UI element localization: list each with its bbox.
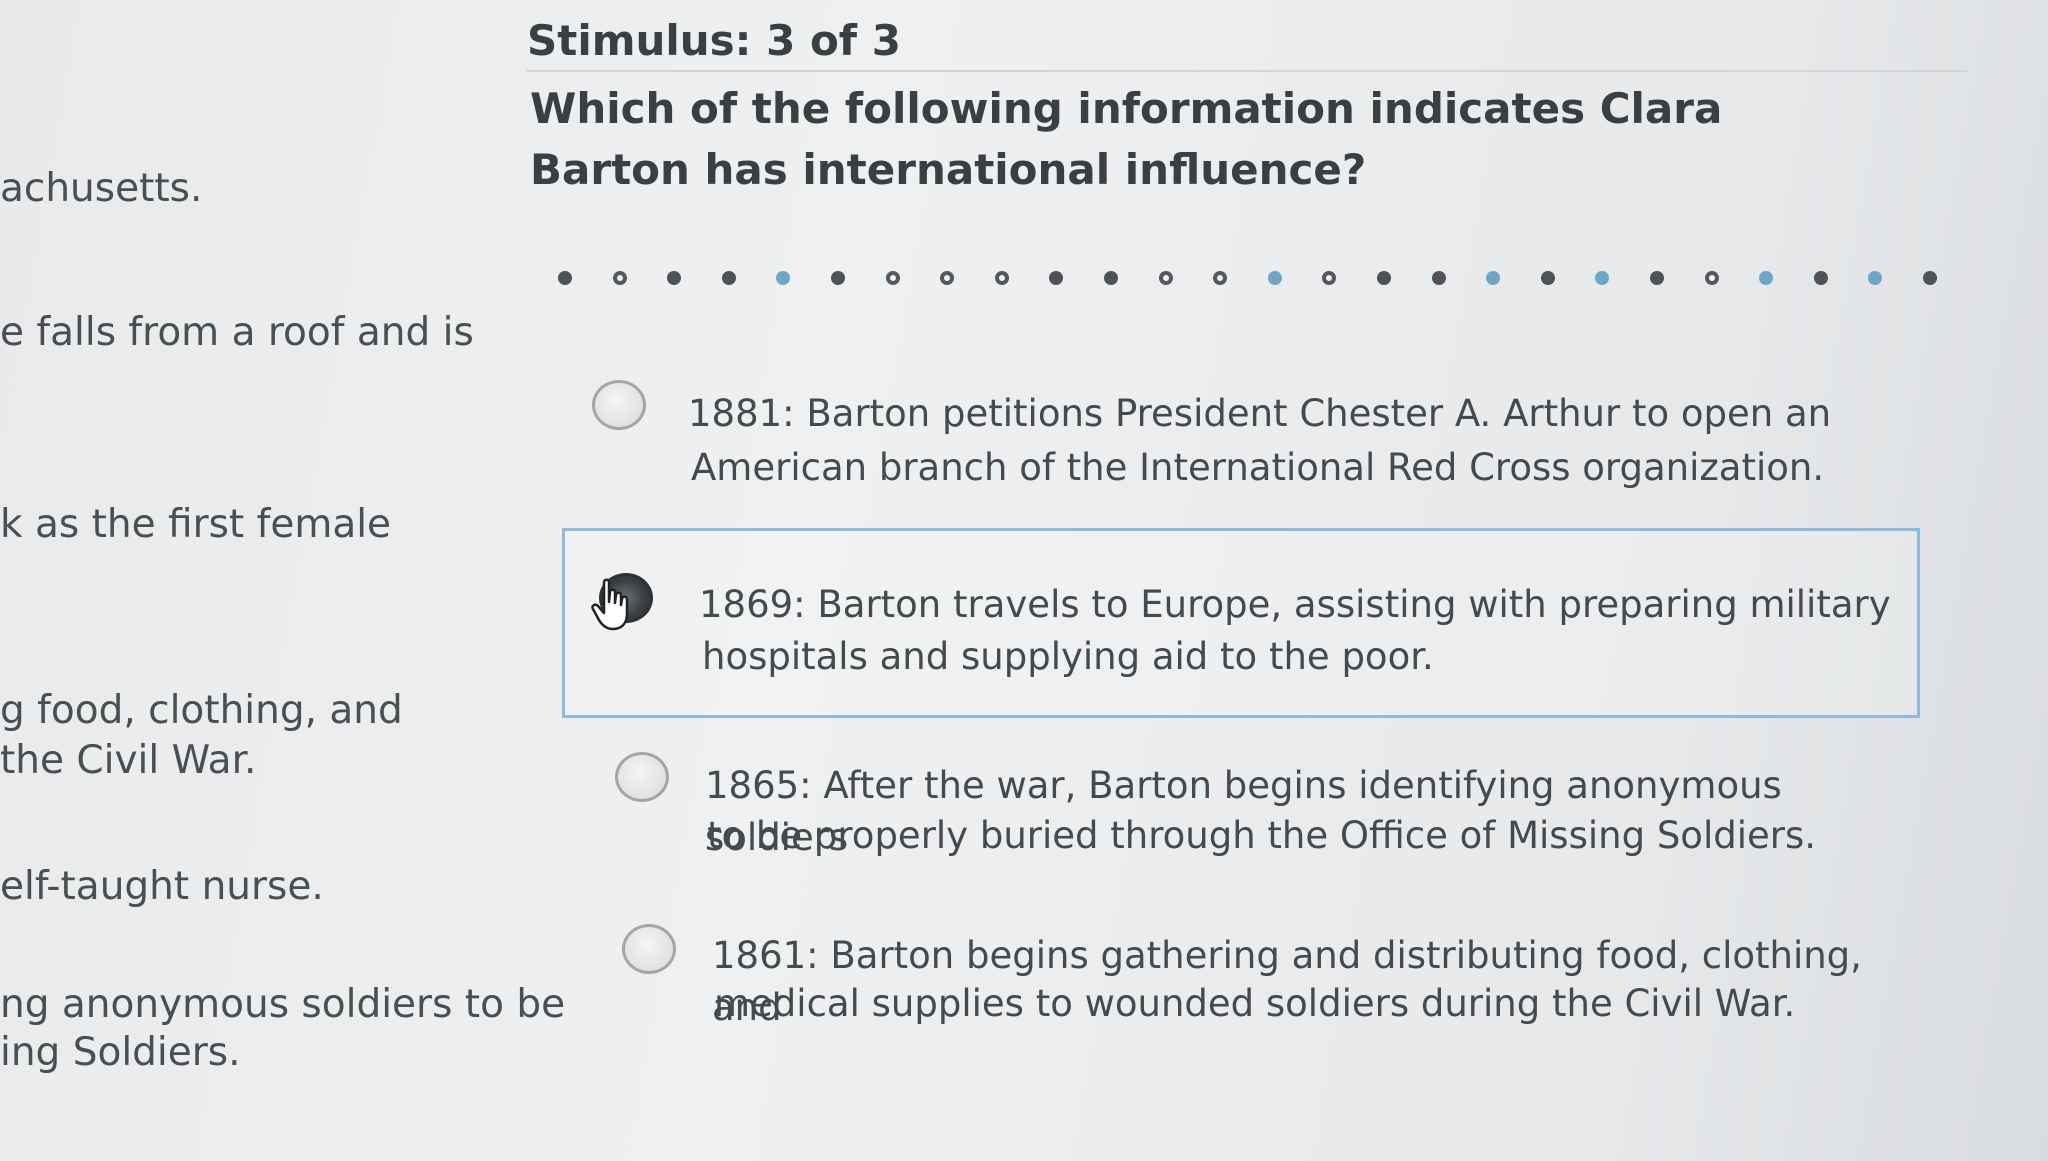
question-prompt: Which of the following information indic… <box>530 84 1723 194</box>
progress-dot <box>721 271 736 285</box>
progress-dots <box>558 268 1958 290</box>
answer-choice-1865[interactable]: 1865: After the war, Barton begins ident… <box>605 740 1925 870</box>
progress-dot <box>831 271 845 285</box>
radio-button[interactable] <box>592 380 646 430</box>
answer-choice-1869[interactable]: 1869: Barton travels to Europe, assistin… <box>562 528 1920 718</box>
progress-dot <box>612 271 627 285</box>
passage-line: g food, clothing, and <box>0 688 403 733</box>
progress-dot <box>1377 271 1391 285</box>
progress-dot <box>1213 271 1228 285</box>
choice-text-line: to be properly buried through the Office… <box>707 814 1817 857</box>
progress-dot <box>994 271 1009 285</box>
passage-line: ing Soldiers. <box>0 1030 241 1075</box>
hand-cursor-icon <box>590 578 634 632</box>
progress-dot <box>1049 271 1064 285</box>
progress-dot <box>558 271 572 285</box>
progress-dot <box>1759 271 1774 285</box>
passage-line: e falls from a roof and is <box>0 310 474 355</box>
progress-dot <box>1923 271 1937 285</box>
progress-dot <box>776 271 791 285</box>
stimulus-counter: Stimulus: 3 of 3 <box>527 16 901 65</box>
progress-dot <box>940 271 955 285</box>
choice-text-line: medical supplies to wounded soldiers dur… <box>714 982 1796 1025</box>
choice-text-line: 1869: Barton travels to Europe, assistin… <box>699 583 1891 626</box>
progress-dot <box>1540 271 1555 285</box>
progress-dot <box>1322 271 1337 285</box>
header-divider <box>527 70 1967 72</box>
progress-dot <box>1431 271 1446 285</box>
passage-line: the Civil War. <box>0 738 257 783</box>
progress-dot <box>1486 271 1501 285</box>
passage-line: ng anonymous soldiers to be <box>0 982 566 1027</box>
answer-choice-1861[interactable]: 1861: Barton begins gathering and distri… <box>612 912 1932 1042</box>
progress-dot <box>1704 271 1719 285</box>
choice-text-line: hospitals and supplying aid to the poor. <box>702 635 1434 678</box>
progress-dot <box>1595 271 1610 285</box>
radio-button[interactable] <box>615 752 669 802</box>
passage-line: elf-taught nurse. <box>0 864 324 909</box>
progress-dot <box>1868 271 1883 285</box>
progress-dot <box>1267 271 1282 285</box>
answer-choice-1881[interactable]: 1881: Barton petitions President Chester… <box>580 368 1900 498</box>
progress-dot <box>1813 271 1828 285</box>
choice-text-line: American branch of the International Red… <box>691 446 1825 489</box>
progress-dot <box>1650 271 1664 285</box>
choice-text-line: 1881: Barton petitions President Chester… <box>688 392 1832 435</box>
progress-dot <box>667 271 682 285</box>
progress-dot <box>1104 271 1118 285</box>
progress-dot <box>885 271 900 285</box>
progress-dot <box>1158 271 1173 285</box>
radio-button[interactable] <box>622 924 676 974</box>
passage-line: achusetts. <box>0 166 203 211</box>
passage-line: k as the first female <box>0 502 392 547</box>
